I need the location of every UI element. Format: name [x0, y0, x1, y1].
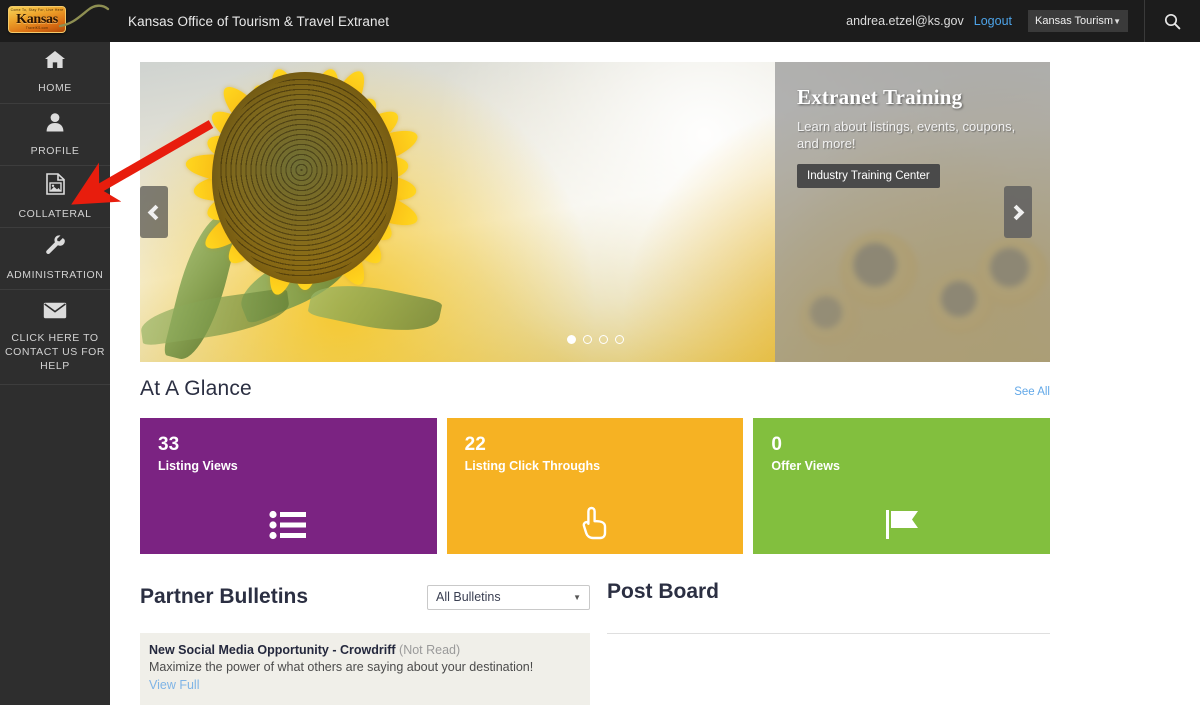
stat-tile-offer-views[interactable]: 0 Offer Views	[753, 418, 1051, 554]
post-board-divider	[607, 633, 1050, 634]
image-file-icon	[45, 172, 65, 200]
sidebar-item-profile[interactable]: PROFILE	[0, 104, 110, 166]
account-select[interactable]: Kansas Tourism ▼	[1028, 10, 1128, 32]
chevron-right-icon	[1008, 204, 1025, 220]
stat-value: 22	[464, 434, 486, 455]
search-button[interactable]	[1144, 0, 1200, 42]
sidebar-item-collateral[interactable]: COLLATERAL	[0, 166, 110, 228]
list-item[interactable]: New Social Media Opportunity - Crowdriff…	[140, 633, 590, 705]
envelope-icon	[43, 302, 67, 324]
sidebar: HOME PROFILE COLLATERAL ADMINISTRATION C…	[0, 42, 110, 705]
logout-link[interactable]: Logout	[974, 14, 1012, 28]
bulletins-filter-select[interactable]: All Bulletins ▼	[427, 584, 590, 610]
sidebar-item-label: CLICK HERE TO CONTACT US FOR HELP	[4, 331, 106, 372]
stat-label: Offer Views	[771, 459, 840, 473]
pointing-hand-icon	[447, 506, 744, 540]
carousel-prev-button[interactable]	[140, 186, 168, 238]
stat-label: Listing Views	[158, 459, 238, 473]
sidebar-item-home[interactable]: HOME	[0, 42, 110, 104]
user-email: andrea.etzel@ks.gov	[846, 14, 964, 28]
hero-subtitle: Learn about listings, events, coupons, a…	[797, 119, 1016, 152]
hero-title: Extranet Training	[797, 85, 963, 109]
partner-bulletins-panel: Partner Bulletins All Bulletins ▼ New So…	[140, 580, 590, 705]
logo-main-text: Kansas	[16, 11, 58, 27]
stat-tile-listing-views[interactable]: 33 Listing Views	[140, 418, 437, 554]
bulletin-list: New Social Media Opportunity - Crowdriff…	[140, 633, 590, 705]
stat-tile-listing-click-throughs[interactable]: 22 Listing Click Throughs	[446, 418, 744, 554]
post-board-panel: Post Board	[607, 580, 1050, 634]
carousel-dot-3[interactable]	[598, 335, 608, 344]
carousel-dot-4[interactable]	[614, 335, 624, 344]
at-a-glance-title: At A Glance	[140, 377, 252, 400]
search-icon	[1164, 13, 1181, 29]
list-icon	[140, 510, 437, 540]
bulletin-title: New Social Media Opportunity - Crowdriff	[149, 643, 396, 657]
page-title: Kansas Office of Tourism & Travel Extran…	[128, 13, 390, 29]
user-icon	[45, 112, 65, 137]
site-logo[interactable]: Come To, Stay For, Live Here Kansas Trav…	[0, 0, 110, 42]
carousel-next-button[interactable]	[1004, 186, 1032, 238]
bulletin-headline: New Social Media Opportunity - Crowdriff…	[149, 642, 581, 659]
chevron-down-icon: ▼	[573, 592, 581, 602]
hero-carousel[interactable]: Extranet Training Learn about listings, …	[140, 62, 1050, 362]
at-a-glance-header: At A Glance See All	[140, 377, 1050, 401]
carousel-dot-2[interactable]	[582, 335, 592, 344]
sidebar-item-contact-help[interactable]: CLICK HERE TO CONTACT US FOR HELP	[0, 290, 110, 385]
carousel-dots	[140, 335, 1050, 344]
industry-training-center-button[interactable]: Industry Training Center	[797, 164, 940, 189]
logo-bottom-text: TravelKS.com	[25, 25, 49, 30]
chevron-left-icon	[147, 204, 164, 220]
flag-icon	[753, 508, 1050, 540]
sidebar-item-label: COLLATERAL	[18, 207, 92, 220]
sidebar-item-administration[interactable]: ADMINISTRATION	[0, 228, 110, 290]
top-bar: Come To, Stay For, Live Here Kansas Trav…	[0, 0, 1200, 42]
home-icon	[44, 50, 66, 74]
sunflower-center	[212, 72, 398, 284]
stat-value: 33	[158, 434, 180, 455]
stat-tiles: 33 Listing Views 22 Listing Click Throug…	[140, 418, 1051, 554]
bulletins-filter-value: All Bulletins	[436, 590, 501, 604]
account-select-value: Kansas Tourism	[1035, 15, 1114, 27]
carousel-dot-1[interactable]	[566, 335, 576, 344]
bulletin-description: Maximize the power of what others are sa…	[149, 660, 534, 674]
see-all-link[interactable]: See All	[1014, 386, 1050, 398]
post-board-title: Post Board	[607, 580, 720, 603]
partner-bulletins-header: Partner Bulletins All Bulletins ▼	[140, 580, 590, 614]
stat-label: Listing Click Throughs	[464, 459, 601, 473]
sidebar-item-label: HOME	[38, 82, 72, 94]
topbar-right-group: andrea.etzel@ks.gov Logout Kansas Touris…	[846, 0, 1200, 42]
view-full-link[interactable]: View Full	[149, 678, 199, 692]
bulletin-status: (Not Read)	[399, 643, 461, 657]
logo-string-icon	[58, 4, 110, 28]
partner-bulletins-title: Partner Bulletins	[140, 585, 309, 608]
chevron-down-icon: ▼	[1113, 16, 1121, 26]
stat-value: 0	[771, 434, 782, 455]
sidebar-item-label: PROFILE	[30, 144, 80, 157]
main-content: Extranet Training Learn about listings, …	[110, 42, 1200, 705]
sidebar-item-label: ADMINISTRATION	[6, 269, 104, 281]
wrench-icon	[45, 235, 66, 261]
